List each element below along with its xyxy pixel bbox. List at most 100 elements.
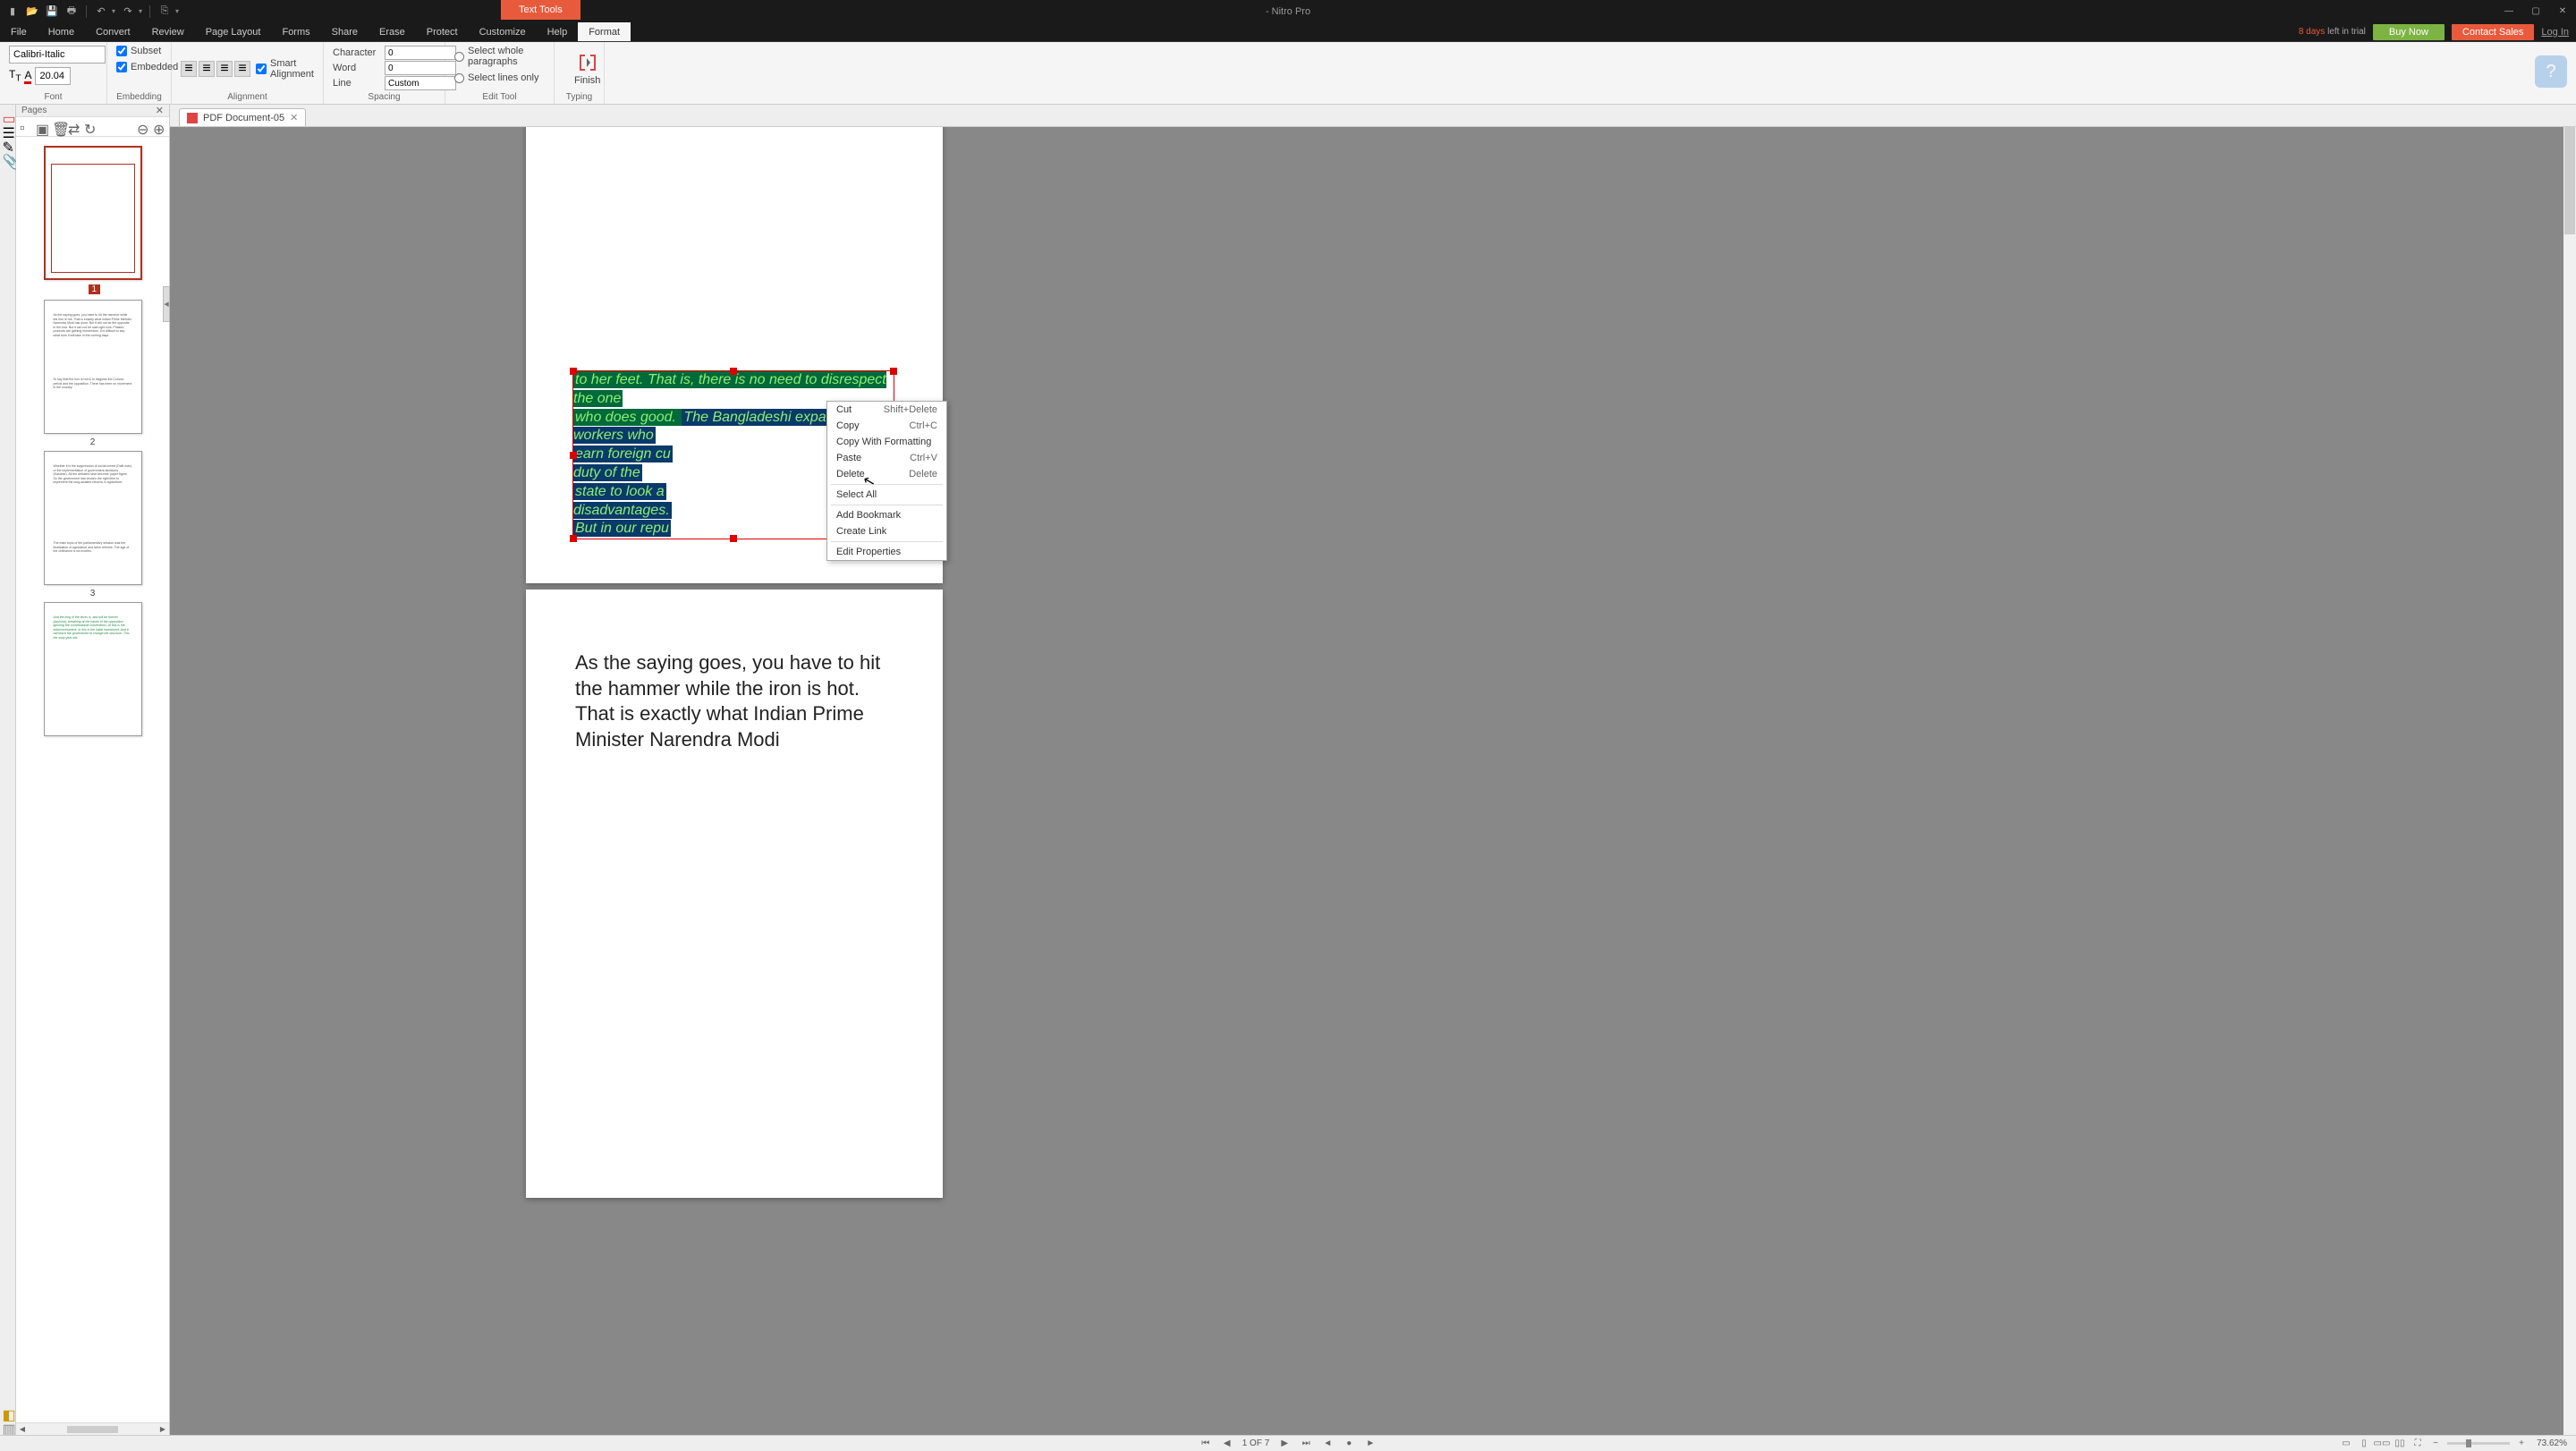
extract-page-icon[interactable]: ▣ <box>36 121 48 133</box>
replace-page-icon[interactable]: ⇄ <box>68 121 80 133</box>
scrollbar-thumb[interactable] <box>2564 127 2575 234</box>
customize-icon[interactable]: ⎘ <box>157 4 172 19</box>
stop-icon[interactable]: ● <box>1343 1438 1355 1448</box>
back-icon[interactable]: ◄ <box>1321 1438 1334 1448</box>
text-line[interactable]: But in our repu <box>573 520 671 537</box>
font-color-icon[interactable]: A <box>24 69 31 84</box>
align-center-icon[interactable]: ≡ <box>199 61 215 77</box>
embedded-checkbox[interactable]: Embedded <box>116 62 178 72</box>
contact-sales-button[interactable]: Contact Sales <box>2452 24 2534 40</box>
document-area[interactable]: to her feet. That is, there is no need t… <box>170 127 2563 1435</box>
scroll-left-icon[interactable]: ◀ <box>16 1423 29 1435</box>
help-badge-icon[interactable]: ? <box>2535 55 2567 88</box>
forward-icon[interactable]: ► <box>1364 1438 1377 1448</box>
zoom-percentage[interactable]: 73.62% <box>2533 1438 2567 1448</box>
font-family-select[interactable] <box>9 46 106 64</box>
menu-file[interactable]: File <box>0 22 38 41</box>
page-thumbnail-4[interactable]: And the king of the times is, and will b… <box>44 602 142 736</box>
open-icon[interactable]: 📂 <box>25 4 39 19</box>
menu-forms[interactable]: Forms <box>271 22 320 41</box>
login-link[interactable]: Log In <box>2541 27 2569 38</box>
text-line[interactable]: state to look a <box>573 483 666 500</box>
menu-share[interactable]: Share <box>321 22 369 41</box>
page-thumbnail-3[interactable]: Whether it is the suppression of social … <box>44 451 142 598</box>
print-icon[interactable]: 🖶 <box>64 4 79 19</box>
delete-page-icon[interactable]: 🗑 <box>52 121 64 133</box>
output-tab-icon[interactable]: ▥ <box>3 1421 13 1431</box>
zoom-out-icon[interactable]: − <box>2429 1438 2442 1450</box>
pages-panel-close-icon[interactable]: ✕ <box>156 105 164 116</box>
undo-icon[interactable]: ↶ <box>94 4 108 19</box>
align-justify-icon[interactable]: ≡ <box>234 61 250 77</box>
context-menu-cut[interactable]: CutShift+Delete <box>827 402 946 418</box>
page-2[interactable]: As the saying goes, you have to hit the … <box>526 590 943 1198</box>
panel-collapse-handle[interactable]: ◀ <box>163 286 170 322</box>
menu-format[interactable]: Format <box>578 22 631 41</box>
fullscreen-icon[interactable]: ⛶ <box>2411 1438 2424 1450</box>
page-thumbnail-1[interactable]: 1 <box>44 146 142 296</box>
new-page-icon[interactable]: ▫ <box>20 121 32 133</box>
page-2-text[interactable]: As the saying goes, you have to hit the … <box>575 650 894 752</box>
single-page-view-icon[interactable]: ▭ <box>2340 1438 2352 1450</box>
text-line[interactable]: earn foreign cu <box>573 445 673 462</box>
smart-alignment-checkbox[interactable]: Smart Alignment <box>256 58 314 80</box>
document-tab[interactable]: PDF Document-05 ✕ <box>179 108 306 126</box>
scroll-right-icon[interactable]: ▶ <box>157 1423 169 1435</box>
text-line[interactable]: who does good. <box>573 409 682 426</box>
zoom-in-thumb-icon[interactable]: ⊕ <box>153 121 165 133</box>
context-menu-paste[interactable]: PasteCtrl+V <box>827 450 946 466</box>
subset-checkbox[interactable]: Subset <box>116 46 161 56</box>
menu-page-layout[interactable]: Page Layout <box>195 22 272 41</box>
context-menu-copy-formatting[interactable]: Copy With Formatting <box>827 434 946 450</box>
menu-protect[interactable]: Protect <box>416 22 469 41</box>
undo-dropdown[interactable]: ▾ <box>112 7 115 15</box>
minimize-button[interactable]: — <box>2496 0 2522 22</box>
customize-dropdown[interactable]: ▾ <box>175 7 179 15</box>
menu-review[interactable]: Review <box>141 22 195 41</box>
context-menu-select-all[interactable]: Select All <box>827 487 946 503</box>
text-format-icon[interactable]: TT <box>9 68 21 83</box>
layers-tab-icon[interactable]: ◧ <box>3 1406 13 1417</box>
last-page-icon[interactable]: ⏭ <box>1300 1438 1312 1448</box>
redo-dropdown[interactable]: ▾ <box>139 7 142 15</box>
zoom-in-icon[interactable]: + <box>2515 1438 2528 1450</box>
pages-tab-icon[interactable]: ▭ <box>3 110 13 121</box>
redo-icon[interactable]: ↷ <box>121 4 135 19</box>
buy-now-button[interactable]: Buy Now <box>2373 24 2445 40</box>
menu-convert[interactable]: Convert <box>85 22 141 41</box>
first-page-icon[interactable]: ⏮ <box>1199 1438 1212 1448</box>
menu-home[interactable]: Home <box>38 22 85 41</box>
document-vertical-scrollbar[interactable] <box>2563 127 2576 1435</box>
align-right-icon[interactable]: ≡ <box>216 61 233 77</box>
menu-help[interactable]: Help <box>537 22 579 41</box>
context-menu-delete[interactable]: DeleteDelete <box>827 466 946 482</box>
menu-erase[interactable]: Erase <box>369 22 416 41</box>
signatures-tab-icon[interactable]: ✎ <box>3 139 13 149</box>
font-size-input[interactable] <box>35 67 71 85</box>
finish-button[interactable]: Finish <box>564 48 611 89</box>
pages-horizontal-scrollbar[interactable]: ◀ ▶ <box>16 1422 169 1435</box>
select-whole-paragraphs-radio[interactable]: Select whole paragraphs <box>454 46 545 67</box>
context-menu-create-link[interactable]: Create Link <box>827 523 946 539</box>
facing-view-icon[interactable]: ▭▭ <box>2376 1438 2388 1450</box>
close-button[interactable]: ✕ <box>2549 0 2576 22</box>
select-lines-only-radio[interactable]: Select lines only <box>454 72 539 83</box>
align-left-icon[interactable]: ≡ <box>181 61 197 77</box>
zoom-out-thumb-icon[interactable]: ⊖ <box>137 121 149 133</box>
maximize-button[interactable]: ▢ <box>2522 0 2549 22</box>
pages-thumbnails[interactable]: 1 As the saying goes, you have to hit th… <box>16 137 169 1422</box>
page-thumbnail-2[interactable]: As the saying goes, you have to hit the … <box>44 300 142 447</box>
context-menu-add-bookmark[interactable]: Add Bookmark <box>827 507 946 523</box>
document-tab-close-icon[interactable]: ✕ <box>290 112 298 123</box>
attachments-tab-icon[interactable]: 📎 <box>3 153 13 164</box>
menu-customize[interactable]: Customize <box>469 22 537 41</box>
context-menu-copy[interactable]: CopyCtrl+C <box>827 418 946 434</box>
prev-page-icon[interactable]: ◀ <box>1221 1438 1233 1448</box>
facing-continuous-view-icon[interactable]: ▯▯ <box>2394 1438 2406 1450</box>
next-page-icon[interactable]: ▶ <box>1278 1438 1291 1448</box>
continuous-view-icon[interactable]: ▯ <box>2358 1438 2370 1450</box>
bookmarks-tab-icon[interactable]: ☰ <box>3 124 13 135</box>
save-icon[interactable]: 💾 <box>45 4 59 19</box>
rotate-page-icon[interactable]: ↻ <box>84 121 97 133</box>
zoom-slider[interactable] <box>2447 1442 2510 1445</box>
